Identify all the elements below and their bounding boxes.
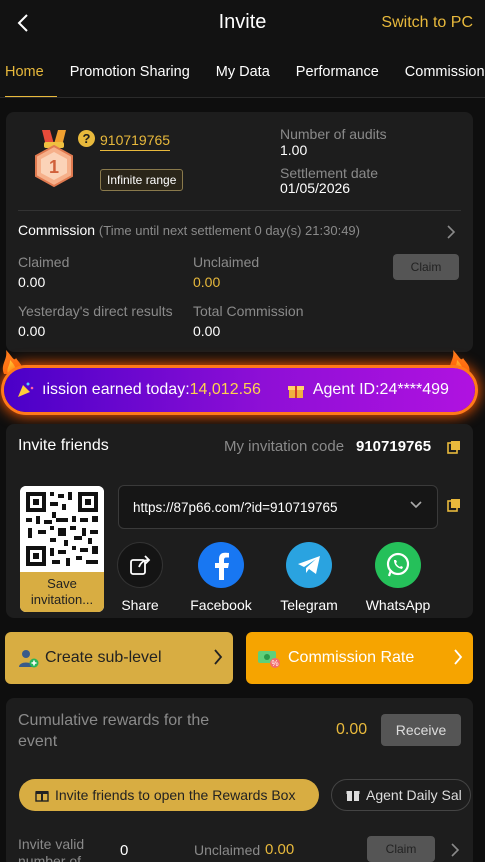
rewards-box-label: Invite friends to open the Rewards Box [55, 787, 296, 803]
whatsapp-icon [375, 542, 421, 588]
invite-card: Invite friends My invitation code 910719… [6, 424, 473, 618]
copy-link-icon[interactable] [447, 498, 461, 512]
chevron-down-icon [410, 501, 422, 509]
level-number: 1 [49, 157, 59, 177]
total-commission-value: 0.00 [193, 323, 221, 339]
telegram-button[interactable]: Telegram [269, 542, 349, 613]
qr-code[interactable]: Save invitation... [20, 486, 104, 612]
share-icon [117, 542, 163, 588]
earned-today-value: 14,012.56 [189, 381, 261, 398]
invitation-code-value: 910719765 [356, 438, 432, 455]
invite-link-select[interactable]: https://87p66.com/?id=910719765 [118, 485, 438, 529]
invite-valid-value: 0 [120, 842, 129, 859]
agent-id[interactable]: 910719765 [100, 132, 171, 151]
rewards-unclaimed-label: Unclaimed [194, 842, 261, 858]
audits-value: 1.00 [280, 142, 308, 158]
claimed-value: 0.00 [18, 274, 46, 290]
facebook-icon [198, 542, 244, 588]
invite-link-text: https://87p66.com/?id=910719765 [133, 500, 338, 515]
tab-promotion-sharing[interactable]: Promotion Sharing [57, 46, 203, 97]
chevron-right-icon[interactable] [446, 224, 456, 240]
commission-title: Commission [18, 222, 96, 238]
gift-icon [35, 791, 49, 802]
share-label: Share [121, 597, 159, 613]
svg-text:%: % [271, 659, 278, 668]
agent-daily-salary-label: Agent Daily Sal [366, 787, 462, 803]
invite-valid-label: Invite valid number of... [18, 836, 93, 862]
money-percent-icon: % [258, 651, 280, 668]
chevron-right-icon[interactable] [450, 842, 460, 858]
unclaimed-label: Unclaimed [193, 254, 260, 270]
agent-daily-salary-tab[interactable]: Agent Daily Sal [331, 779, 471, 811]
commission-rate-label: Commission Rate [288, 649, 415, 666]
create-sub-level-button[interactable]: Create sub-level [5, 632, 233, 684]
earned-today-label: ıission earned today: [42, 381, 190, 398]
help-icon[interactable]: ? [78, 130, 95, 147]
unclaimed-value: 0.00 [193, 274, 221, 290]
commission-countdown: (Time until next settlement 0 day(s) 21:… [98, 223, 360, 238]
facebook-button[interactable]: Facebook [181, 542, 261, 613]
total-commission-label: Total Commission [193, 303, 304, 319]
tab-home[interactable]: Home [0, 46, 57, 97]
rewards-unclaimed-value: 0.00 [265, 841, 295, 858]
share-button[interactable]: Share [100, 542, 180, 613]
tab-my-data[interactable]: My Data [203, 46, 283, 97]
chevron-right-icon [214, 649, 223, 665]
invite-title: Invite friends [18, 437, 109, 454]
banner-agent-label: Agent ID: [312, 381, 380, 398]
commission-header[interactable]: Commission (Time until next settlement 0… [18, 222, 360, 238]
claim-button[interactable]: Claim [393, 254, 459, 280]
settlement-value: 01/05/2026 [280, 180, 351, 196]
profile-card: 1 ? 910719765 Infinite range Number of a… [6, 112, 473, 352]
add-user-icon [19, 650, 39, 668]
range-badge: Infinite range [100, 169, 184, 191]
cumulative-rewards-value: 0.00 [336, 721, 368, 738]
cumulative-rewards-label: Cumulative rewards for the event [18, 712, 210, 750]
invitation-code-label: My invitation code [224, 438, 345, 455]
whatsapp-button[interactable]: WhatsApp [358, 542, 438, 613]
yesterday-label: Yesterday's direct results [18, 303, 173, 319]
tab-commission[interactable]: Commission [392, 46, 485, 97]
receive-button[interactable]: Receive [381, 714, 461, 746]
divider [18, 210, 461, 211]
top-bar: Switch to PC [0, 0, 485, 46]
telegram-label: Telegram [280, 597, 338, 613]
settlement-label: Settlement date [280, 165, 379, 181]
banner-agent-value: 24****499 [379, 381, 449, 398]
commission-rate-button[interactable]: % Commission Rate [246, 632, 473, 684]
yesterday-value: 0.00 [18, 323, 46, 339]
create-sub-level-label: Create sub-level [45, 649, 162, 666]
rewards-card: Cumulative rewards for the event 0.00 Re… [6, 698, 473, 862]
rewards-claim-button[interactable]: Claim [367, 836, 435, 862]
gift-icon [346, 791, 360, 801]
level-medal-icon: 1 [35, 130, 73, 188]
claimed-label: Claimed [18, 254, 70, 270]
save-invitation-button[interactable]: Save invitation... [20, 572, 104, 612]
qr-code-icon [20, 486, 104, 572]
rewards-box-tab[interactable]: Invite friends to open the Rewards Box [19, 779, 319, 811]
audits-label: Number of audits [280, 126, 387, 142]
party-popper-icon [18, 382, 34, 397]
tab-bar: Home Promotion Sharing My Data Performan… [0, 46, 485, 98]
gift-box-icon [287, 386, 304, 398]
earnings-ticker-banner: ıission earned today: 14,012.56 Agent ID… [4, 368, 475, 412]
tab-performance[interactable]: Performance [283, 46, 392, 97]
copy-icon[interactable] [447, 440, 461, 454]
facebook-label: Facebook [190, 597, 252, 613]
switch-to-pc-link[interactable]: Switch to PC [381, 14, 473, 32]
telegram-icon [286, 542, 332, 588]
chevron-right-icon [454, 649, 463, 665]
whatsapp-label: WhatsApp [365, 597, 431, 613]
back-icon[interactable] [12, 12, 34, 34]
